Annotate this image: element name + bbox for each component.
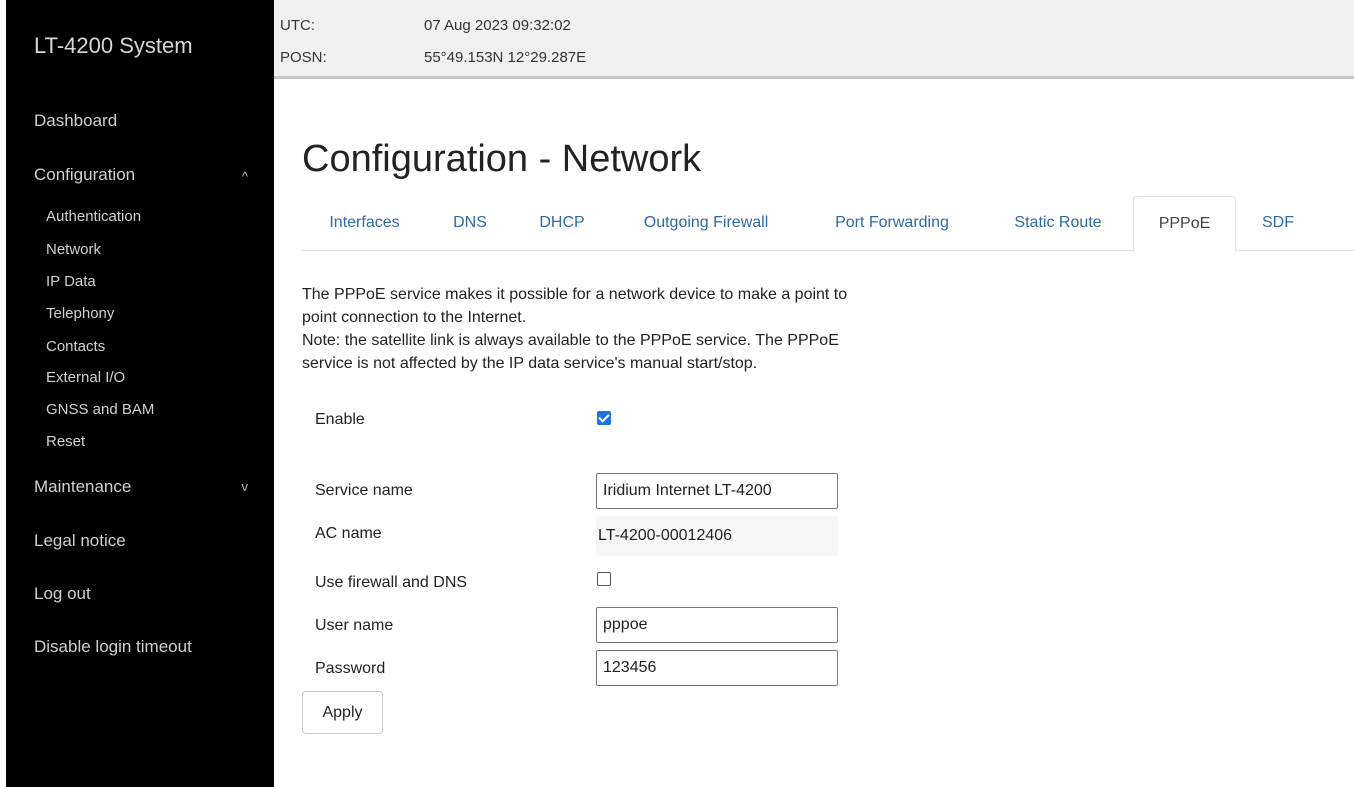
sidebar-item-gnss-bam[interactable]: GNSS and BAM [46, 401, 154, 418]
password-label: Password [315, 660, 386, 677]
sidebar-item-ip-data[interactable]: IP Data [46, 273, 96, 290]
sidebar: LT-4200 System Dashboard Configuration ^… [6, 0, 274, 787]
tab-port-forwarding[interactable]: Port Forwarding [812, 196, 972, 251]
sidebar-item-label: Configuration [34, 165, 136, 184]
apply-button[interactable]: Apply [302, 691, 383, 734]
tab-dhcp[interactable]: DHCP [522, 196, 602, 251]
chevron-up-icon: ^ [241, 169, 248, 184]
enable-checkbox[interactable] [597, 411, 611, 425]
enable-label: Enable [315, 411, 365, 428]
sidebar-item-dashboard[interactable]: Dashboard [34, 111, 117, 131]
tab-interfaces[interactable]: Interfaces [302, 196, 427, 251]
utc-value: 07 Aug 2023 09:32:02 [424, 17, 571, 34]
tab-static-route[interactable]: Static Route [992, 196, 1124, 251]
sidebar-item-configuration[interactable]: Configuration ^ [34, 165, 248, 185]
service-name-label: Service name [315, 482, 413, 499]
ac-name-value: LT-4200-00012406 [596, 516, 838, 556]
posn-value: 55°49.153N 12°29.287E [424, 49, 587, 66]
description-line: The PPPoE service makes it possible for … [302, 286, 848, 303]
sidebar-item-authentication[interactable]: Authentication [46, 208, 141, 225]
user-name-label: User name [315, 617, 394, 634]
tab-outgoing-firewall[interactable]: Outgoing Firewall [621, 196, 791, 251]
sidebar-item-legal-notice[interactable]: Legal notice [34, 531, 126, 551]
chevron-down-icon: v [241, 479, 249, 494]
description-line: Note: the satellite link is always avail… [302, 332, 839, 349]
tab-sdf[interactable]: SDF [1248, 196, 1308, 251]
brand-title: LT-4200 System [34, 33, 193, 58]
sidebar-item-disable-login-timeout[interactable]: Disable login timeout [34, 637, 192, 657]
sidebar-item-network[interactable]: Network [46, 241, 101, 258]
use-firewall-label: Use firewall and DNS [315, 574, 468, 591]
ac-name-label: AC name [315, 525, 382, 542]
description-line: point connection to the Internet. [302, 309, 527, 326]
description-line: service is not affected by the IP data s… [302, 355, 758, 372]
sidebar-item-log-out[interactable]: Log out [34, 584, 91, 604]
page-title: Configuration - Network [302, 138, 702, 180]
sidebar-item-contacts[interactable]: Contacts [46, 338, 105, 355]
use-firewall-checkbox[interactable] [597, 572, 611, 586]
pppoe-description: The PPPoE service makes it possible for … [302, 283, 962, 375]
sidebar-item-reset[interactable]: Reset [46, 433, 85, 450]
utc-label: UTC: [280, 17, 315, 34]
posn-label: POSN: [280, 49, 327, 66]
sidebar-item-maintenance[interactable]: Maintenance v [34, 477, 249, 497]
tab-dns[interactable]: DNS [439, 196, 501, 251]
service-name-input[interactable] [596, 473, 838, 509]
sidebar-item-telephony[interactable]: Telephony [46, 305, 114, 322]
tab-pppoe[interactable]: PPPoE [1133, 196, 1236, 252]
sidebar-item-label: Maintenance [34, 477, 132, 496]
sidebar-item-external-io[interactable]: External I/O [46, 369, 125, 386]
password-input[interactable] [596, 650, 838, 686]
user-name-input[interactable] [596, 607, 838, 643]
tab-bar: Interfaces DNS DHCP Outgoing Firewall Po… [302, 196, 1354, 252]
status-bar: UTC: 07 Aug 2023 09:32:02 POSN: 55°49.15… [274, 0, 1354, 79]
